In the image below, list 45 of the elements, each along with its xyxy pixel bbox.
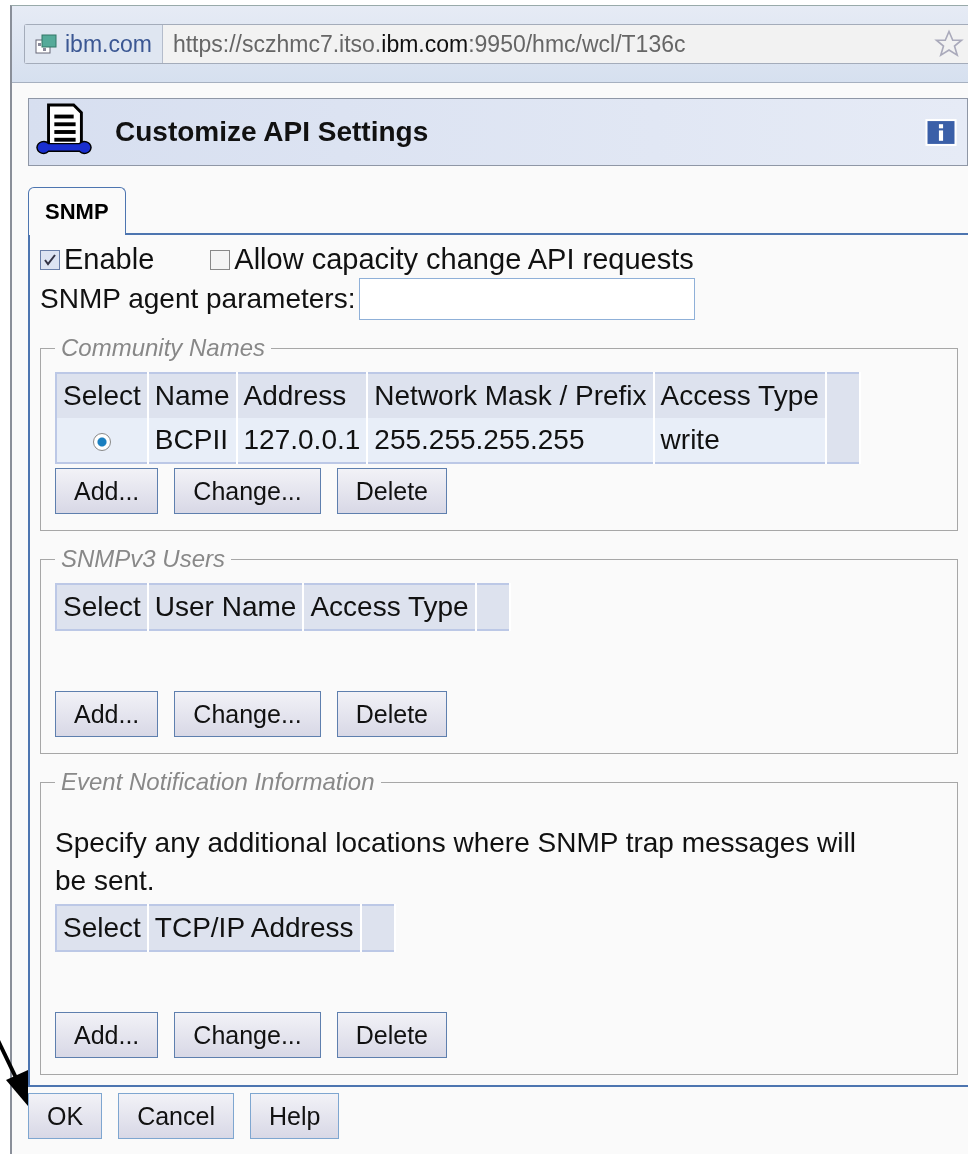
checkbox[interactable] (210, 249, 231, 270)
table-action-button[interactable]: Change... (174, 468, 321, 514)
table-action-button[interactable]: Delete (336, 691, 447, 737)
column-header[interactable]: Select (56, 373, 148, 418)
column-header[interactable]: Access Type (653, 373, 826, 418)
site-identity-badge[interactable]: ibm.com (25, 25, 163, 63)
url-text: https://sczhmc7.itso.ibm.com:9950/hmc/wcl/T136c (171, 30, 687, 58)
dialog-button[interactable]: Help (249, 1093, 340, 1139)
group-title: SNMPv3 Users (60, 545, 227, 573)
table-action-button[interactable]: Add... (55, 691, 159, 737)
dialog-button[interactable]: OK (28, 1093, 103, 1139)
table-action-button[interactable]: Change... (174, 691, 321, 737)
table-action-button[interactable]: Change... (174, 1012, 321, 1058)
table-cell: write (653, 418, 826, 463)
tab[interactable]: SNMP (28, 187, 126, 235)
description-text: Specify any additional locations where SNMP trap messages will be sent. (55, 826, 857, 898)
group-title: Event Notification Information (60, 768, 376, 796)
column-header[interactable]: User Name (147, 584, 304, 630)
table-cell: 255.255.255.255 (367, 418, 654, 463)
bookmark-star-icon[interactable] (934, 29, 964, 59)
column-header[interactable]: Select (56, 584, 148, 630)
info-icon[interactable] (925, 118, 957, 146)
group-title: Community Names (60, 334, 267, 362)
table-cell: 127.0.0.1 (236, 418, 368, 463)
checkbox[interactable] (40, 249, 60, 270)
column-header[interactable]: TCP/IP Address (147, 905, 361, 951)
column-header[interactable]: Access Type (303, 584, 476, 630)
checkbox-label: Enable (64, 243, 155, 276)
column-header[interactable]: Address (236, 373, 368, 418)
table-action-button[interactable]: Add... (55, 468, 159, 514)
column-header[interactable]: Name (147, 373, 237, 418)
table-action-button[interactable]: Add... (55, 1012, 159, 1058)
site-icon (35, 34, 57, 54)
address-bar[interactable]: ibm.com https://sczhmc7.itso.ibm.com:9950/hmc/wcl/T136c (24, 24, 968, 64)
column-header[interactable]: Select (56, 905, 148, 951)
dialog-button[interactable]: Cancel (118, 1093, 234, 1139)
radio-button[interactable] (92, 432, 111, 451)
dialog-title: Customize API Settings (115, 116, 430, 148)
table-cell: BCPII (147, 418, 237, 463)
table-action-button[interactable]: Delete (336, 1012, 447, 1058)
column-header[interactable]: Network Mask / Prefix (367, 373, 654, 418)
checkbox-label: Allow capacity change API requests (234, 243, 694, 276)
field-label: SNMP agent parameters: (40, 283, 356, 315)
agent-parameters-field[interactable] (359, 278, 696, 320)
table-action-button[interactable]: Delete (336, 468, 447, 514)
